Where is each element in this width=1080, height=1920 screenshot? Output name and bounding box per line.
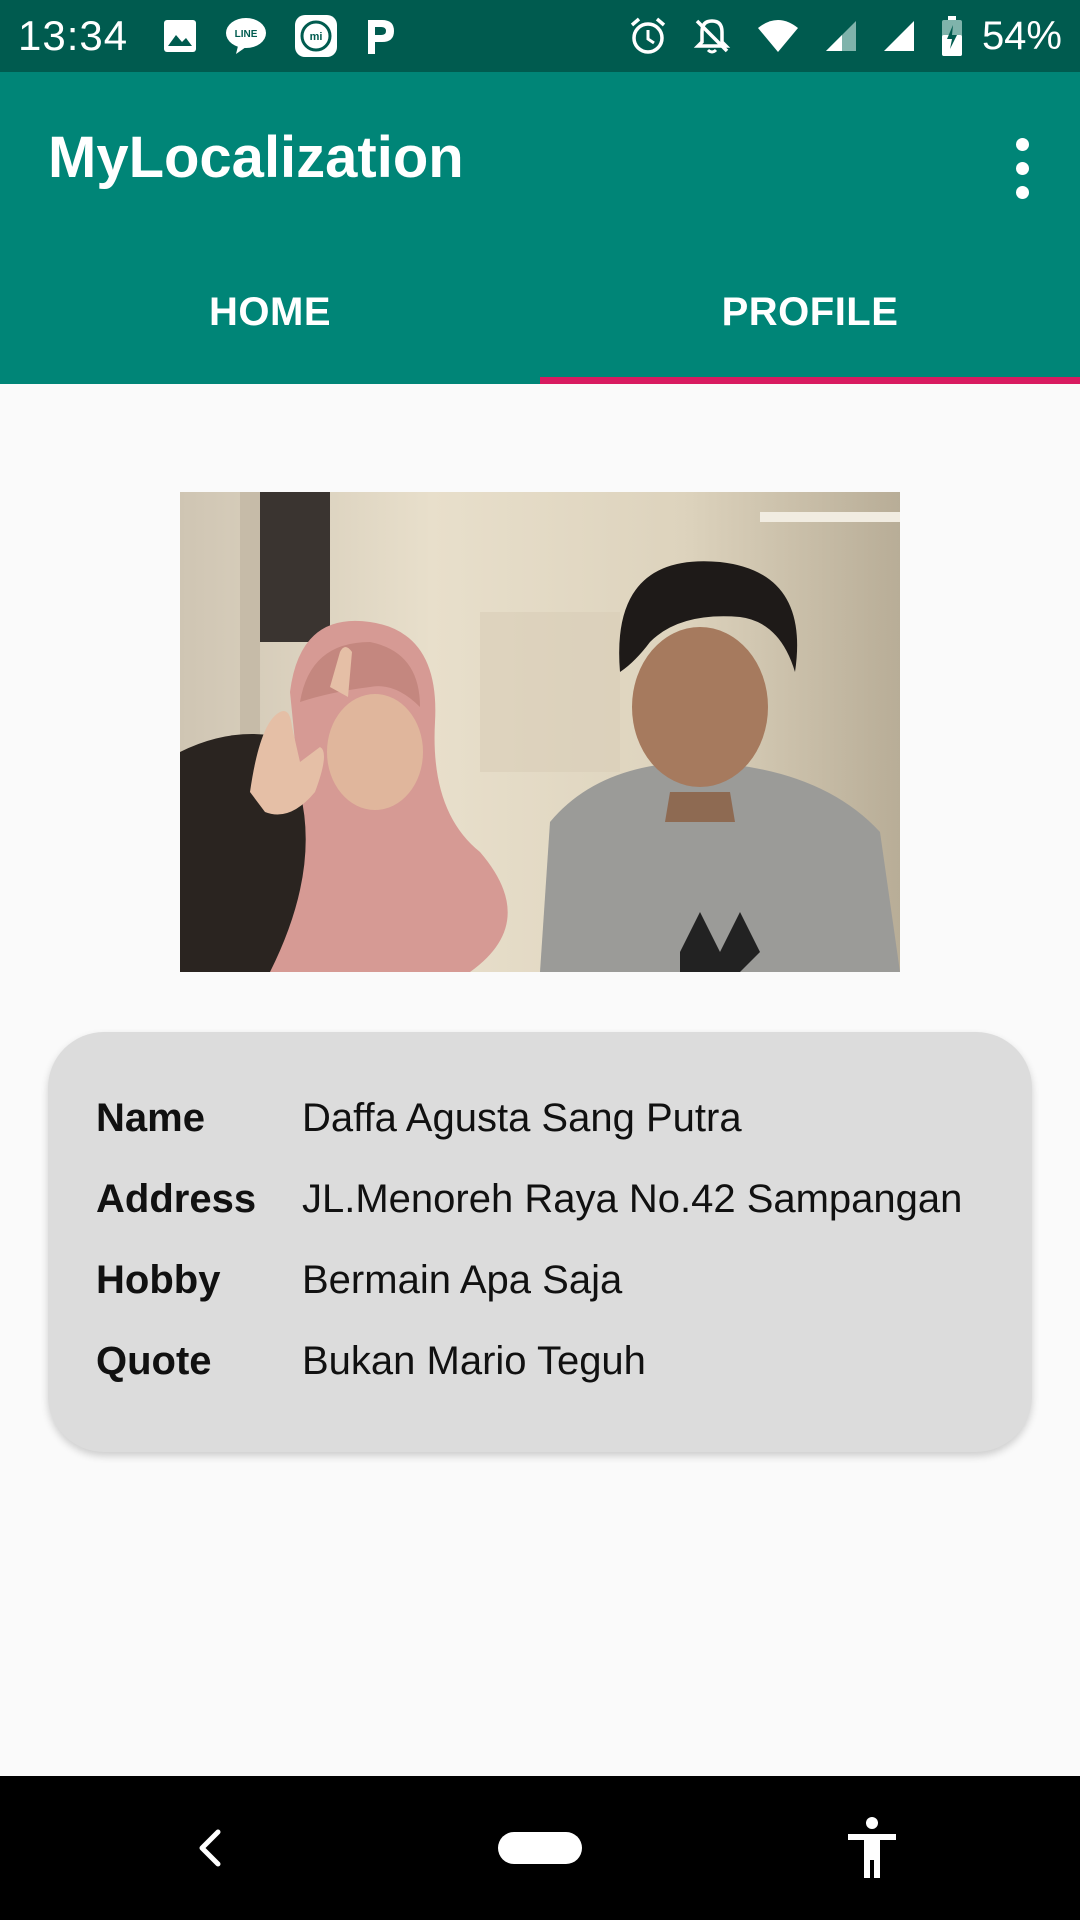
hobby-value: Bermain Apa Saja [302, 1258, 623, 1302]
alarm-icon [628, 16, 668, 56]
status-time: 13:34 [18, 12, 129, 59]
home-pill-icon[interactable] [498, 1832, 582, 1864]
signal-icon [824, 19, 858, 53]
tab-home[interactable]: HOME [0, 240, 540, 384]
wifi-icon [756, 18, 800, 54]
battery-percentage: 54% [981, 13, 1062, 58]
profile-photo [180, 492, 900, 972]
back-icon[interactable] [190, 1826, 230, 1870]
more-vert-icon [1015, 137, 1029, 151]
tab-bar: HOME PROFILE [0, 240, 1080, 384]
status-bar: 13:34 LINE mi 54% [0, 0, 1080, 72]
overflow-menu-button[interactable] [998, 128, 1046, 208]
svg-text:mi: mi [310, 31, 323, 43]
quote-label: Quote [96, 1339, 212, 1383]
info-row-address: Address JL.Menoreh Raya No.42 Sampangan [96, 1159, 1032, 1240]
quote-value: Bukan Mario Teguh [302, 1339, 646, 1383]
image-icon [162, 18, 198, 54]
info-row-quote: Quote Bukan Mario Teguh [96, 1321, 1032, 1402]
name-label: Name [96, 1096, 205, 1140]
mi-icon: mi [294, 14, 338, 58]
app-bar: MyLocalization HOME PROFILE [0, 72, 1080, 384]
notifications-off-icon [692, 16, 732, 56]
battery-icon [940, 15, 964, 57]
address-value: JL.Menoreh Raya No.42 Sampangan [302, 1177, 963, 1221]
info-row-name: Name Daffa Agusta Sang Putra [96, 1078, 1032, 1159]
more-vert-icon-dot [1015, 185, 1029, 199]
svg-text:LINE: LINE [235, 29, 258, 40]
system-status-icons: 54% [628, 14, 1062, 59]
app-title: MyLocalization [48, 125, 464, 190]
tab-profile[interactable]: PROFILE [540, 240, 1080, 384]
line-icon: LINE [224, 16, 268, 56]
more-vert-icon-dot [1015, 161, 1029, 175]
name-value: Daffa Agusta Sang Putra [302, 1096, 742, 1140]
accessibility-icon[interactable] [844, 1816, 900, 1880]
p-icon [364, 16, 396, 56]
notification-icons: LINE mi [162, 14, 396, 58]
hobby-label: Hobby [96, 1258, 221, 1302]
address-label: Address [96, 1177, 257, 1221]
signal-icon [882, 19, 916, 53]
profile-info-card: Name Daffa Agusta Sang Putra Address JL.… [48, 1032, 1032, 1452]
info-row-hobby: Hobby Bermain Apa Saja [96, 1240, 1032, 1321]
